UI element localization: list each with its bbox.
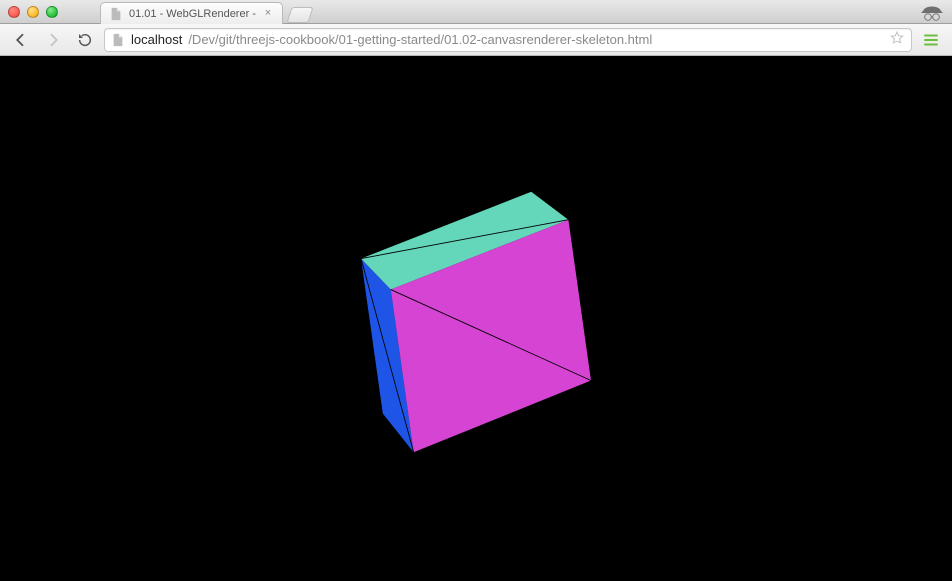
tab-strip: 01.01 - WebGLRenderer - × — [100, 0, 311, 23]
traffic-lights — [8, 6, 58, 18]
forward-button[interactable] — [40, 28, 66, 52]
browser-tab[interactable]: 01.01 - WebGLRenderer - × — [100, 2, 283, 24]
window-titlebar: 01.01 - WebGLRenderer - × — [0, 0, 952, 24]
incognito-icon — [920, 2, 944, 22]
address-bar[interactable]: localhost/Dev/git/threejs-cookbook/01-ge… — [104, 28, 912, 52]
rendered-box — [309, 155, 637, 483]
chrome-menu-button[interactable] — [918, 28, 944, 52]
reload-button[interactable] — [72, 28, 98, 52]
tab-close-icon[interactable]: × — [262, 8, 274, 20]
url-host: localhost — [131, 32, 182, 47]
window-minimize-button[interactable] — [27, 6, 39, 18]
site-info-icon[interactable] — [111, 33, 125, 47]
bookmark-star-icon[interactable] — [889, 30, 905, 49]
url-path: /Dev/git/threejs-cookbook/01-getting-sta… — [188, 32, 652, 47]
tab-title: 01.01 - WebGLRenderer - — [129, 8, 256, 20]
page-icon — [109, 7, 123, 21]
browser-toolbar: localhost/Dev/git/threejs-cookbook/01-ge… — [0, 24, 952, 56]
new-tab-button[interactable] — [286, 7, 313, 23]
back-button[interactable] — [8, 28, 34, 52]
window-close-button[interactable] — [8, 6, 20, 18]
webgl-canvas[interactable] — [0, 56, 952, 581]
window-zoom-button[interactable] — [46, 6, 58, 18]
